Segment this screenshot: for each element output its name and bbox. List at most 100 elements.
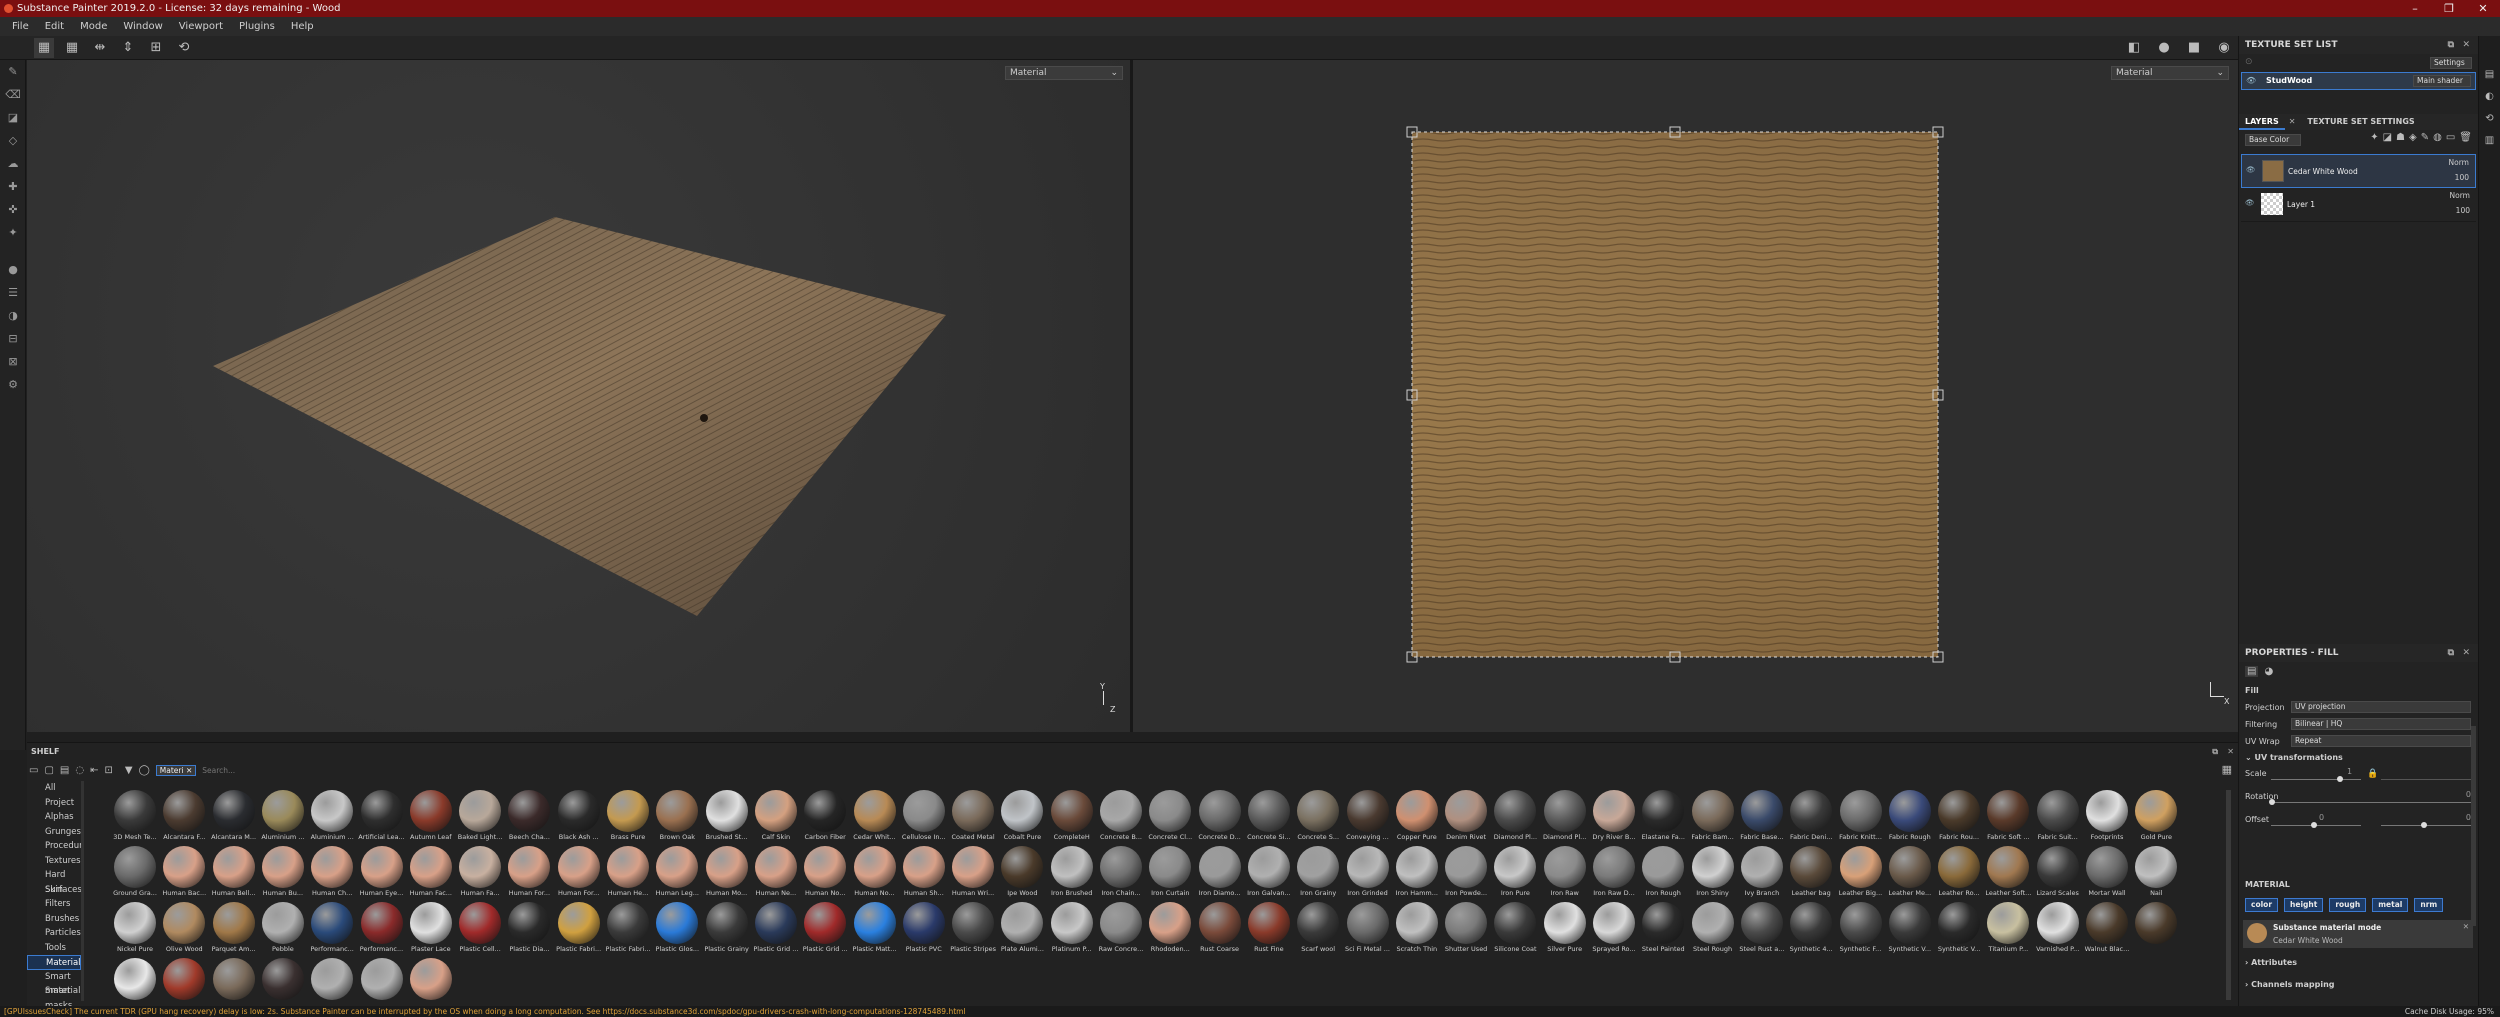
material-tile[interactable]: Human Sh... [899, 846, 949, 902]
material-tile[interactable]: Iron Raw [1540, 846, 1590, 902]
material-tile[interactable]: Concrete Si... [1244, 790, 1294, 846]
settings-dropdown[interactable]: Settings [2430, 57, 2472, 69]
material-tile[interactable]: Iron Raw D... [1589, 846, 1639, 902]
scale-slider-handle[interactable] [2337, 776, 2343, 782]
import-icon[interactable]: ⊡ [104, 765, 112, 776]
material-tile[interactable]: Olive Wood [159, 902, 209, 958]
material-tile[interactable]: Raw Concre... [1096, 902, 1146, 958]
material-tile[interactable]: Human Bell... [209, 846, 259, 902]
shelf-category-item[interactable]: Brushes [27, 912, 81, 927]
material-tile[interactable]: Titanium P... [1983, 902, 2033, 958]
material-tile[interactable]: Fabric Rough [1885, 790, 1935, 846]
chip-nrm[interactable]: nrm [2414, 898, 2444, 912]
uvwrap-dropdown[interactable]: Repeat [2291, 735, 2471, 747]
settings-gear-icon[interactable]: ⚙ [0, 373, 26, 396]
material-tile[interactable]: Human Leg... [652, 846, 702, 902]
shelf-category-item[interactable]: All [27, 781, 81, 796]
split-view-icon[interactable]: ◧ [2124, 38, 2144, 58]
material-tile[interactable] [2131, 902, 2181, 958]
symmetry-icon[interactable]: ⇹ [90, 38, 110, 58]
filtering-dropdown[interactable]: Bilinear | HQ [2291, 718, 2471, 730]
close-button[interactable]: ✕ [2466, 0, 2500, 17]
material-tile[interactable]: Sprayed Ro... [1589, 902, 1639, 958]
material-tile[interactable]: Plastic Fabri... [554, 902, 604, 958]
layer-row[interactable]: 👁 Cedar White Wood Norm 100 [2241, 154, 2476, 188]
material-tile[interactable]: Plastic Stripes [948, 902, 998, 958]
display-settings-icon[interactable]: ◐ [2479, 86, 2500, 108]
material-tile[interactable]: Synthetic V... [1934, 902, 1984, 958]
layer-opacity[interactable]: 100 [2455, 173, 2469, 182]
menu-plugins[interactable]: Plugins [231, 17, 283, 36]
material-tile[interactable]: Ivy Branch [1737, 846, 1787, 902]
material-tile[interactable]: Plastic Grid ... [800, 902, 850, 958]
material-tile[interactable]: Human Bu... [258, 846, 308, 902]
material-tile[interactable]: Steel Painted [1638, 902, 1688, 958]
material-tile[interactable]: Shutter Used [1441, 902, 1491, 958]
add-fill-icon[interactable]: ◈ [2409, 132, 2417, 143]
layer-row[interactable]: 👁 Layer 1 Norm 100 [2241, 188, 2476, 222]
projection-dropdown[interactable]: UV projection [2291, 701, 2471, 713]
material-tile[interactable]: Varnished P... [2033, 902, 2083, 958]
channels-mapping-section[interactable]: › Channels mapping [2245, 980, 2335, 989]
material-tile[interactable]: Elastane Fa... [1638, 790, 1688, 846]
material-sphere-icon[interactable]: ◕ [2264, 666, 2273, 677]
material-tile[interactable]: Concrete B... [1096, 790, 1146, 846]
material-tile[interactable]: Iron Grainy [1293, 846, 1343, 902]
grid-view-icon[interactable]: ▦ [34, 38, 54, 58]
chip-height[interactable]: height [2284, 898, 2324, 912]
sphere-icon[interactable]: ● [0, 258, 26, 281]
material-tile[interactable]: Human No... [850, 846, 900, 902]
material-tile[interactable]: Artificial Lea... [357, 790, 407, 846]
material-tile[interactable]: Rust Coarse [1195, 902, 1245, 958]
material-tile[interactable]: Baked Light... [455, 790, 505, 846]
shelf-category-item[interactable]: Particles [27, 926, 81, 941]
scale-y-slider-track[interactable] [2381, 779, 2471, 780]
material-tile[interactable]: Silicone Coat [1490, 902, 1540, 958]
chip-metal[interactable]: metal [2372, 898, 2409, 912]
material-tile[interactable]: Calf Skin [751, 790, 801, 846]
material-tile[interactable]: Concrete D... [1195, 790, 1245, 846]
material-tile[interactable]: Plastic PVC [899, 902, 949, 958]
new-folder-icon[interactable]: ▢ [44, 765, 53, 776]
folder-icon[interactable]: ▭ [29, 765, 38, 776]
visibility-eye-icon[interactable]: 👁 [2246, 165, 2256, 174]
material-tile[interactable]: Fabric Deni... [1786, 790, 1836, 846]
material-tile[interactable]: Plastic Grainy [702, 902, 752, 958]
material-tile[interactable]: Conveying ... [1343, 790, 1393, 846]
scale-slider-track[interactable] [2271, 779, 2361, 780]
viewport-2d[interactable]: Material ⌄ X [1133, 60, 2238, 732]
material-tile[interactable] [159, 958, 209, 1006]
texture-set-list-icon[interactable]: ▤ [2479, 64, 2500, 86]
menu-mode[interactable]: Mode [72, 17, 115, 36]
material-tile[interactable]: Nickel Pure [110, 902, 160, 958]
minimize-button[interactable]: – [2398, 0, 2432, 17]
library-icon[interactable]: ▤ [60, 765, 69, 776]
snap-icon[interactable]: ⊞ [146, 38, 166, 58]
material-tile[interactable]: 3D Mesh Te... [110, 790, 160, 846]
close-panel-icon[interactable]: ✕ [2227, 743, 2234, 761]
material-tile[interactable]: Walnut Blac... [2082, 902, 2132, 958]
material-tile[interactable]: Coated Metal [948, 790, 998, 846]
material-picker-icon[interactable]: ✜ [0, 198, 26, 221]
material-tile[interactable]: Human Ch... [307, 846, 357, 902]
add-paint-icon[interactable]: ✎ [2421, 132, 2429, 143]
material-tile[interactable]: Cobalt Pure [997, 790, 1047, 846]
filter-icon[interactable]: ⊙ [2245, 57, 2253, 67]
material-tile[interactable]: Footprints [2082, 790, 2132, 846]
visibility-eye-icon[interactable]: 👁 [2246, 73, 2256, 89]
visibility-eye-icon[interactable]: 👁 [2245, 198, 2255, 207]
material-mode-box[interactable]: Substance material mode Cedar White Wood… [2243, 920, 2473, 948]
layer-blend-mode[interactable]: Norm [2450, 191, 2470, 200]
material-tile[interactable]: CompleteH [1047, 790, 1097, 846]
shelf-category-item[interactable]: Filters [27, 897, 81, 912]
shelf-category-item[interactable]: Alphas [27, 810, 81, 825]
material-tile[interactable]: Iron Powde... [1441, 846, 1491, 902]
material-tile[interactable]: Performanc... [357, 902, 407, 958]
material-tile[interactable]: Plastic Grid ... [751, 902, 801, 958]
float-panel-icon[interactable]: ⧉ [2448, 36, 2454, 54]
material-tile[interactable]: Lizard Scales [2033, 846, 2083, 902]
rotation-slider-handle[interactable] [2269, 799, 2275, 805]
material-tile[interactable]: Mortar Wall [2082, 846, 2132, 902]
material-tile[interactable]: Human Eye... [357, 846, 407, 902]
log-icon[interactable]: ▥ [2479, 130, 2500, 152]
